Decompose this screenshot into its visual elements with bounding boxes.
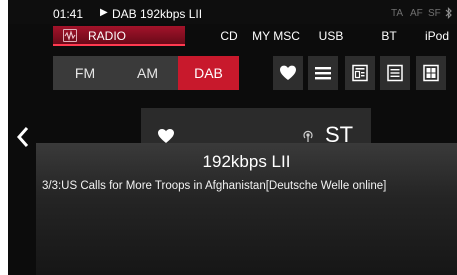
favorites-button[interactable] [273, 56, 303, 90]
current-source: DAB 192kbps LII [112, 7, 203, 21]
station-card[interactable]: ST [141, 108, 371, 148]
tab-ipod[interactable]: iPod [422, 26, 452, 46]
grid-view-button[interactable] [416, 56, 446, 90]
head-unit-screen: 01:41 ▶ DAB 192kbps LII TA AF SF RADIO C… [8, 0, 457, 275]
text-list-view-button[interactable] [380, 56, 410, 90]
af-indicator: AF [410, 8, 423, 19]
source-tabs: RADIO CD MY MSC USB BT iPod [8, 26, 457, 46]
tab-radio-label: RADIO [88, 29, 127, 43]
text-list-icon [387, 64, 403, 82]
chevron-left-icon [16, 127, 29, 147]
list-view-button[interactable] [308, 56, 338, 90]
tab-cd[interactable]: CD [214, 26, 244, 46]
band-am-button[interactable]: AM [117, 56, 178, 90]
status-bar: 01:41 ▶ DAB 192kbps LII TA AF SF [8, 0, 457, 24]
clock: 01:41 [53, 7, 84, 21]
sf-indicator: SF [428, 8, 441, 19]
tab-usb[interactable]: USB [316, 26, 346, 46]
detail-icon [352, 64, 368, 82]
list-icon [315, 67, 331, 80]
antenna-icon [303, 130, 313, 142]
bluetooth-icon [445, 7, 452, 19]
dls-text: 3/3:US Calls for More Troops in Afghanis… [42, 180, 387, 192]
grid-icon [423, 64, 439, 82]
detail-view-button[interactable] [345, 56, 375, 90]
band-fm-button[interactable]: FM [53, 56, 117, 90]
station-info-popup[interactable]: 192kbps LII 3/3:US Calls for More Troops… [36, 143, 457, 275]
tab-radio[interactable]: RADIO [53, 26, 185, 46]
channel-name: 192kbps LII [202, 152, 291, 171]
band-dab-button[interactable]: DAB [178, 56, 239, 90]
play-icon: ▶ [100, 7, 108, 18]
radio-wave-icon [63, 29, 77, 42]
previous-page-button[interactable] [14, 124, 32, 150]
tab-my-msc[interactable]: MY MSC [251, 26, 301, 46]
ta-indicator: TA [391, 8, 404, 19]
heart-icon [280, 65, 296, 80]
heart-icon [158, 129, 174, 143]
tab-bt[interactable]: BT [376, 26, 402, 46]
